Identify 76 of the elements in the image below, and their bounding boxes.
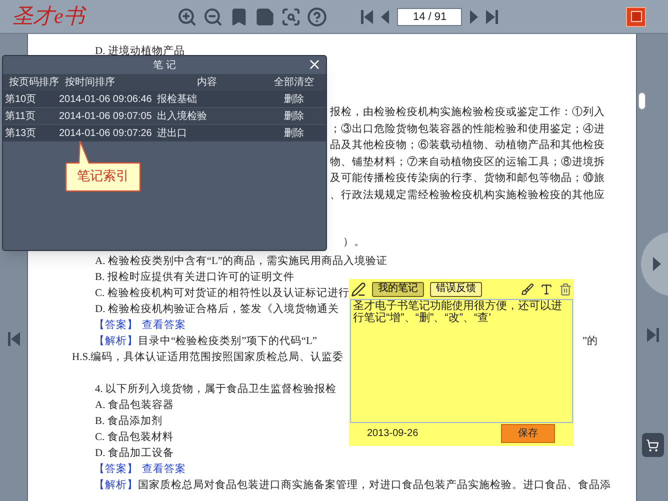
- page-text-line: D. 食品加工设备: [95, 446, 174, 461]
- note-content: 进出口: [157, 126, 188, 140]
- analysis-text: 国家质检总局对食品包装进口商实施备案管理，对进口食品包装产品实施检验。进口食品、食品添: [138, 478, 611, 493]
- page-text-line: 、行政法规规定需经检验检疫机构实施检验检疫的其他应: [330, 188, 605, 202]
- analysis-label: 【解析】: [94, 478, 138, 493]
- page-text-line: A. 检验检疫类别中含有“L”的商品，需实施民用商品入境验证: [95, 254, 388, 269]
- fullscreen-button[interactable]: [626, 6, 646, 26]
- page-text-line: B. 报检时应提供有关进口许可的证明文件: [95, 270, 294, 285]
- cart-button[interactable]: [642, 433, 664, 457]
- analysis-text: 目录中“检验检疫类别”项下的代码“L”: [138, 334, 318, 349]
- delete-link[interactable]: 删除: [262, 108, 326, 124]
- note-row[interactable]: 第10页 2014-01-06 09:06:46 报检基础 删除: [3, 91, 326, 108]
- column-header[interactable]: 按页码排序: [3, 75, 59, 90]
- page-text-line: 物、铺垫材料；⑦来自动植物疫区的运输工具；⑧进境拆: [330, 155, 605, 170]
- note-row[interactable]: 第11页 2014-01-06 09:07:05 出入境检验 删除: [3, 108, 326, 125]
- column-header[interactable]: 全部清空: [262, 75, 326, 90]
- note-time: 2014-01-06 09:07:26: [59, 126, 153, 140]
- answer-label: 【答案】: [94, 462, 138, 477]
- analysis-label: 【解析】: [94, 334, 138, 349]
- page-text-line: ”的: [582, 334, 598, 349]
- note-time: 2014-01-06 09:07:05: [59, 110, 153, 124]
- page-text-line: B. 食品添加剂: [95, 414, 162, 429]
- next-page-icon[interactable]: [653, 257, 661, 271]
- first-page-icon[interactable]: [361, 8, 374, 24]
- view-answer-link[interactable]: 查看答案: [142, 462, 186, 478]
- pen-icon[interactable]: [351, 282, 366, 296]
- help-icon[interactable]: [307, 6, 328, 26]
- page-text-line: D. 检验检疫机构验证合格后，签发《入境货物通关: [95, 302, 339, 317]
- page-text-line: ；③出口危险货物包装容器的性能检验和使用鉴定；④进: [330, 122, 605, 136]
- column-header[interactable]: 内容: [157, 75, 262, 90]
- previous-page-icon[interactable]: [381, 10, 390, 24]
- cart-icon: [646, 438, 659, 452]
- page-text-line: A. 食品包装容器: [95, 398, 174, 413]
- page-text-line: 报检，由检验检疫机构实施检验检疫或鉴定工作：①列入: [330, 105, 605, 120]
- page-text-line: 品及其他检疫物；⑥装载动植物、动植物产品和其他检疫: [330, 138, 605, 153]
- square-icon: [630, 11, 642, 22]
- note-text-field[interactable]: 圣才电子书笔记功能使用很方便，还可以进行笔记“增”、“删”、“改”、“查’: [350, 299, 573, 423]
- first-page-icon[interactable]: [8, 331, 20, 347]
- delete-link[interactable]: 删除: [262, 126, 326, 140]
- page-text-line: 及可能传播检疫传染病的行李、货物和邮包等物品；⑩旅: [330, 171, 605, 186]
- page-text-line: C. 检验检疫机构可对货证的相符性以及认证标记进行: [95, 286, 350, 301]
- page-text-line: 4. 以下所列入境货物，属于食品卫生监督检验报检: [95, 382, 336, 397]
- note-tab[interactable]: 错误反馈: [430, 282, 482, 296]
- note-row[interactable]: 第13页 2014-01-06 09:07:26 进出口 删除: [3, 125, 326, 142]
- close-icon[interactable]: [307, 57, 322, 72]
- text-icon[interactable]: [540, 282, 553, 296]
- scroll-handle[interactable]: [638, 92, 646, 110]
- save-button[interactable]: 保存: [501, 424, 555, 443]
- zoom-in-icon[interactable]: [177, 6, 198, 26]
- note-page: 第13页: [4, 126, 38, 140]
- callout-bubble: 笔记索引: [65, 140, 141, 192]
- last-page-icon[interactable]: [486, 8, 498, 24]
- note-time: 2014-01-06 09:06:46: [59, 92, 153, 106]
- note-icon[interactable]: [255, 6, 276, 26]
- note-content: 报检基础: [157, 92, 198, 106]
- search-icon[interactable]: [281, 6, 302, 26]
- column-header[interactable]: 按时间排序: [59, 75, 157, 90]
- next-page-icon[interactable]: [470, 10, 478, 24]
- page-number-field[interactable]: 14 / 91: [397, 8, 462, 26]
- last-page-icon[interactable]: [646, 327, 658, 343]
- panel-title: 笔 记: [153, 58, 176, 72]
- note-page: 第10页: [4, 92, 38, 106]
- zoom-out-icon[interactable]: [203, 6, 224, 26]
- page-text-line: ）。: [343, 236, 365, 250]
- trash-icon[interactable]: [559, 282, 572, 296]
- note-page: 第11页: [4, 110, 36, 124]
- note-tab[interactable]: 我的笔记: [372, 282, 424, 296]
- page-text-line: C. 食品包装材料: [95, 430, 174, 445]
- note-date: 2013-09-26: [367, 427, 418, 441]
- brush-icon[interactable]: [521, 282, 534, 296]
- note-content: 出入境检验: [157, 110, 208, 124]
- logo: 圣才e书: [12, 6, 84, 27]
- delete-link[interactable]: 删除: [262, 92, 326, 106]
- answer-label: 【答案】: [94, 318, 138, 333]
- page-text-line: H.S.编码，具体认证适用范围按照国家质检总局、认监委: [72, 350, 344, 365]
- view-answer-link[interactable]: 查看答案: [142, 318, 186, 334]
